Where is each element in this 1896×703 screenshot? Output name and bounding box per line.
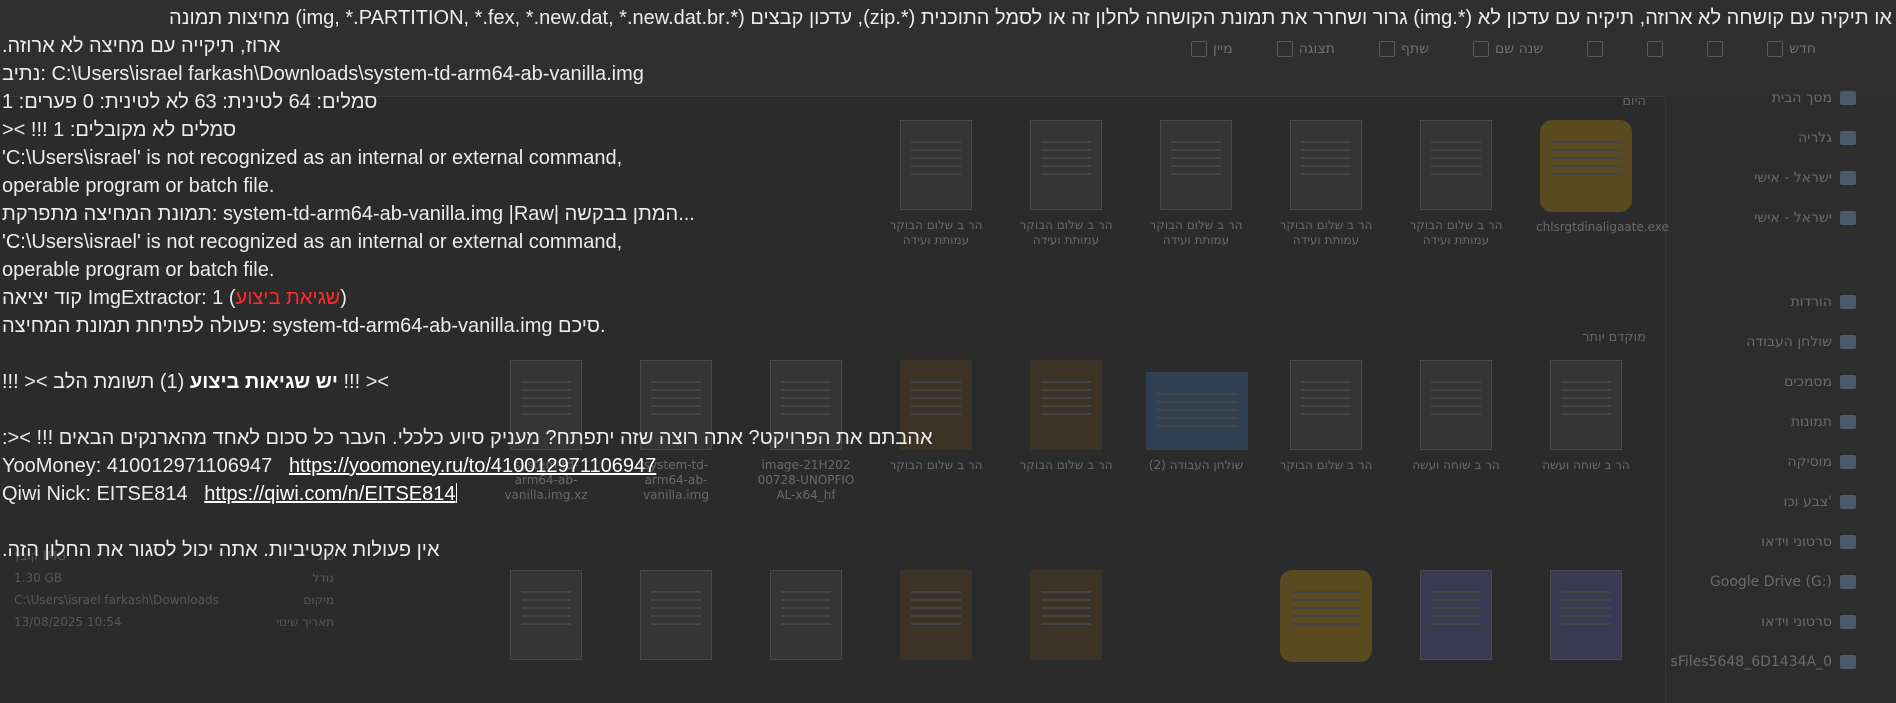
exit-code-label: קוד יציאה <box>2 287 83 309</box>
donation-line: אהבתם את הפרויקט? אתה רוצה שזה יתפתח? מע… <box>2 427 933 449</box>
attention-line: !!! >< יש שגיאות ביצוע (1) תשומת הלב !!!… <box>2 368 1896 396</box>
symbol-counts-line: סמלים: 64 לטינית: 63 לא לטינית: 0 פערים:… <box>2 91 378 113</box>
instruction-line-1: או תיקיה עם קושחה לא ארוזה, תיקיה עם עדכ… <box>169 7 1892 29</box>
qiwi-label: Qiwi Nick: EITSE814 <box>2 483 188 505</box>
yoomoney-line: YooMoney: 410012971106947 https://yoomon… <box>2 452 1896 480</box>
qiwi-line: Qiwi Nick: EITSE814 https://qiwi.com/n/E… <box>2 480 1896 508</box>
text-cursor <box>455 483 457 503</box>
path-label: נתיב <box>2 63 41 85</box>
exit-code-error: שגיאת ביצוע <box>235 287 341 309</box>
extract-label: תמונת המחיצה מתפרקת <box>2 203 212 225</box>
cmd-error-line: operable program or batch file. <box>2 175 275 197</box>
yoomoney-label: YooMoney: 410012971106947 <box>2 455 273 477</box>
path-value: : C:\Users\israel farkash\Downloads\syst… <box>40 63 644 85</box>
extract-status-line: תמונת המחיצה מתפרקת: system-td-arm64-ab-… <box>2 200 1896 228</box>
unaccepted-symbols-line: סמלים לא מקובלים: 1 !!! >< <box>2 119 237 141</box>
console-output: או תיקיה עם קושחה לא ארוזה, תיקיה עם עדכ… <box>0 0 1896 703</box>
no-activity-line: אין פעולות אקטיביות. אתה יכול לסגור את ה… <box>2 539 440 561</box>
exit-code-value: ImgExtractor: 1 <box>82 287 229 309</box>
attention-errors-text: יש שגיאות ביצוע <box>189 371 338 393</box>
instruction-line-2: ארוז, תיקייה עם מחיצה לא ארוזה. <box>2 35 281 57</box>
path-line: נתיב: C:\Users\israel farkash\Downloads\… <box>2 60 1896 88</box>
summary-line: פעולה לפתיחת תמונת המחיצה: system-td-arm… <box>2 315 606 337</box>
summary-value: פעולה לפתיחת תמונת המחיצה: system-td-arm… <box>2 315 553 337</box>
attention-suffix: !!! >< <box>2 371 48 393</box>
yoomoney-link[interactable]: https://yoomoney.ru/to/410012971106947 <box>289 455 656 477</box>
extract-value: : system-td-arm64-ab-vanilla.img |Raw| ה… <box>211 203 695 225</box>
summary-label: סיכם <box>558 315 601 337</box>
qiwi-link[interactable]: https://qiwi.com/n/EITSE814 <box>204 483 455 505</box>
cmd-error-line: 'C:\Users\israel' is not recognized as a… <box>2 147 623 169</box>
exit-code-line: קוד יציאה ImgExtractor: 1 (שגיאת ביצוע) <box>2 287 347 309</box>
cmd-error-line: operable program or batch file. <box>2 259 275 281</box>
cmd-error-line: 'C:\Users\israel' is not recognized as a… <box>2 231 623 253</box>
